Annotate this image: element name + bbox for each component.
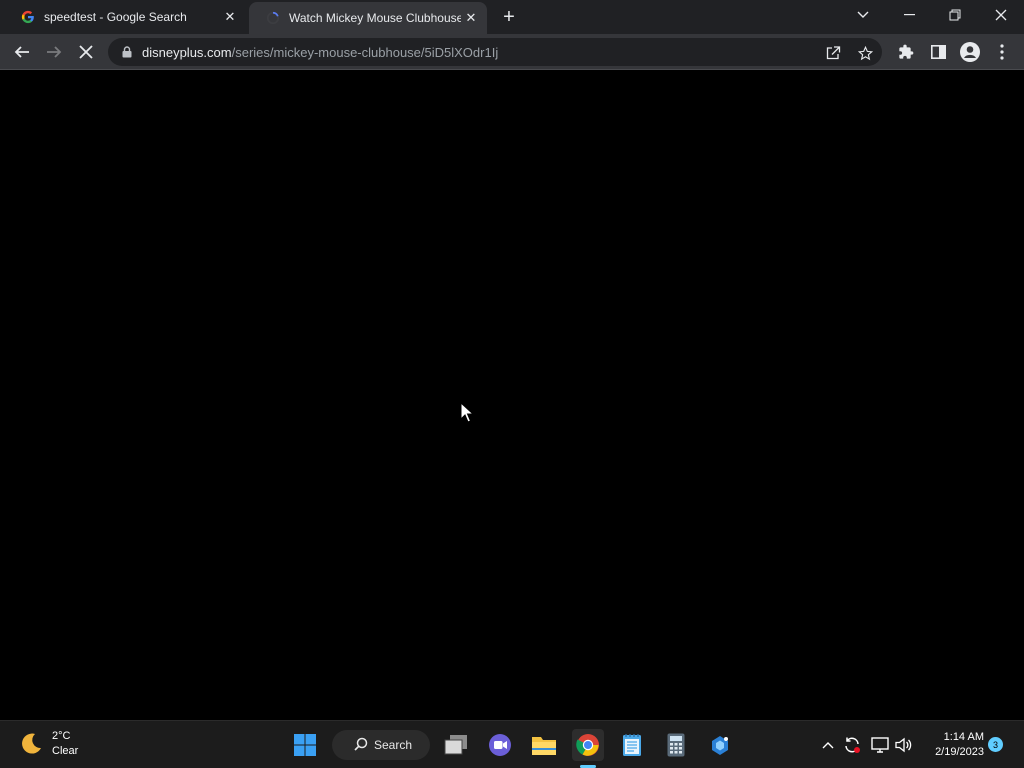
system-clock[interactable]: 1:14 AM 2/19/2023 xyxy=(922,730,984,760)
sync-icon[interactable] xyxy=(842,735,862,755)
share-icon[interactable] xyxy=(822,42,844,64)
clock-time: 1:14 AM xyxy=(943,731,984,743)
start-button[interactable] xyxy=(289,729,321,761)
minimize-button[interactable] xyxy=(886,0,932,30)
chrome-taskbar-icon[interactable] xyxy=(572,729,604,761)
network-icon[interactable] xyxy=(870,735,890,755)
profile-avatar-icon[interactable] xyxy=(955,37,985,67)
notification-badge[interactable]: 3 xyxy=(988,737,1003,752)
notepad-icon[interactable] xyxy=(616,729,648,761)
windows-taskbar: 2°C Clear Search 1:14 AM 2/19/2023 3 xyxy=(0,720,1024,768)
side-panel-icon[interactable] xyxy=(923,37,953,67)
close-tab-icon[interactable]: ✕ xyxy=(461,8,481,28)
browser-toolbar: disneyplus.com/series/mickey-mouse-clubh… xyxy=(0,34,1024,70)
taskbar-search-button[interactable]: Search xyxy=(332,730,430,760)
screen: speedtest - Google Search ✕ Watch Mickey… xyxy=(0,0,1024,768)
url-path: /series/mickey-mouse-clubhouse/5iD5lXOdr… xyxy=(231,44,499,60)
mouse-cursor-icon xyxy=(460,401,475,429)
lock-icon[interactable] xyxy=(120,45,134,59)
loading-spinner-icon xyxy=(265,10,281,26)
store-app-icon[interactable] xyxy=(704,729,736,761)
close-tab-icon[interactable]: ✕ xyxy=(220,7,240,27)
address-bar[interactable]: disneyplus.com/series/mickey-mouse-clubh… xyxy=(108,38,882,66)
weather-widget[interactable]: 2°C Clear xyxy=(18,729,78,759)
bookmark-star-icon[interactable] xyxy=(854,42,876,64)
url-text: disneyplus.com/series/mickey-mouse-clubh… xyxy=(142,45,498,60)
url-host: disneyplus.com xyxy=(142,44,232,60)
extensions-icon[interactable] xyxy=(891,37,921,67)
weather-temperature: 2°C xyxy=(52,730,71,742)
tab-disney-plus[interactable]: Watch Mickey Mouse Clubhouse ✕ xyxy=(249,2,487,34)
file-explorer-icon[interactable] xyxy=(528,729,560,761)
search-icon xyxy=(354,737,374,754)
show-hidden-icons-chevron-icon[interactable] xyxy=(818,735,838,755)
close-window-button[interactable] xyxy=(978,0,1024,30)
task-view-icon[interactable] xyxy=(440,729,472,761)
stop-loading-button[interactable] xyxy=(71,37,101,67)
new-tab-button[interactable]: + xyxy=(498,6,520,28)
tab-title: speedtest - Google Search xyxy=(44,10,187,24)
more-menu-icon[interactable] xyxy=(987,37,1017,67)
tab-search-chevron-icon[interactable] xyxy=(840,0,886,30)
page-content[interactable] xyxy=(0,70,1024,720)
restore-button[interactable] xyxy=(932,0,978,30)
taskbar-search-label: Search xyxy=(374,738,413,752)
moon-icon xyxy=(18,731,44,757)
volume-icon[interactable] xyxy=(894,735,914,755)
tab-title: Watch Mickey Mouse Clubhouse xyxy=(289,11,461,25)
tab-google-search[interactable]: speedtest - Google Search ✕ xyxy=(4,0,246,34)
teams-chat-icon[interactable] xyxy=(484,729,516,761)
back-button[interactable] xyxy=(7,37,37,67)
forward-button[interactable] xyxy=(39,37,69,67)
weather-condition: Clear xyxy=(52,745,79,757)
clock-date: 2/19/2023 xyxy=(935,746,984,758)
calculator-icon[interactable] xyxy=(660,729,692,761)
browser-titlebar: speedtest - Google Search ✕ Watch Mickey… xyxy=(0,0,1024,34)
google-icon xyxy=(20,9,36,25)
